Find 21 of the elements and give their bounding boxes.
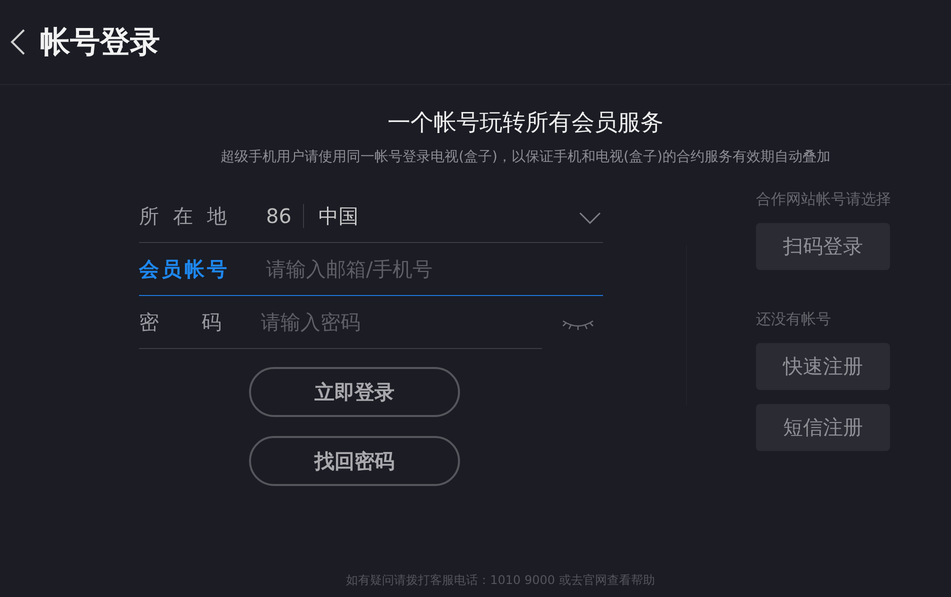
country-select[interactable]: 中国 — [318, 202, 358, 230]
page-title: 帐号登录 — [40, 24, 160, 62]
field-label: 会员帐号 — [139, 256, 227, 282]
pill-button[interactable]: 立即登录 — [249, 367, 460, 417]
section-caption: 合作网站帐号请选择 — [756, 190, 891, 209]
back-icon[interactable] — [10, 28, 26, 56]
field-label: 密码 — [139, 308, 222, 336]
side-button[interactable]: 短信注册 — [756, 404, 890, 451]
subtitle: 超级手机用户请使用同一帐号登录电视(盒子)，以保证手机和电视(盒子)的合约服务有效期自动叠加 — [220, 148, 832, 166]
side-button[interactable]: 扫码登录 — [756, 223, 890, 270]
footer-note: 如有疑问请拨打客服电话：1010 9000 或去官网查看帮助 — [345, 572, 656, 589]
password-field[interactable]: 请输入密码 — [260, 310, 542, 334]
side-button[interactable]: 快速注册 — [756, 343, 890, 390]
headline: 一个帐号玩转所有会员服务 — [386, 109, 664, 138]
pill-button[interactable]: 找回密码 — [249, 436, 460, 486]
account-field[interactable]: 请输入邮箱/手机号 — [266, 257, 566, 281]
field-label: 所在地 — [139, 202, 227, 230]
section-caption: 还没有帐号 — [756, 310, 832, 329]
country-code: 86 — [266, 204, 304, 228]
chevron-down-icon[interactable] — [579, 212, 601, 224]
closed-eye-icon[interactable] — [562, 318, 594, 332]
